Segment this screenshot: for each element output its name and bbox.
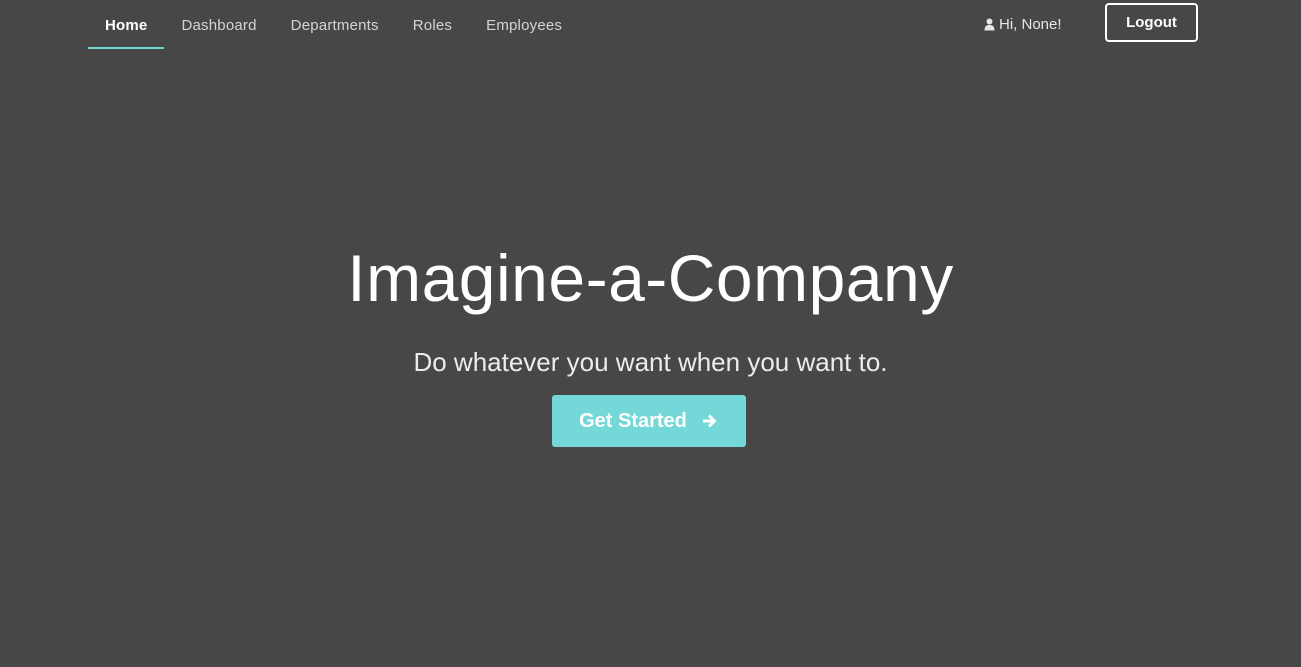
hero-title: Imagine-a-Company: [347, 241, 954, 315]
nav-tab-roles[interactable]: Roles: [396, 0, 469, 49]
left-edge-divider: [0, 0, 2, 667]
logout-button[interactable]: Logout: [1105, 3, 1198, 42]
nav-tab-dashboard[interactable]: Dashboard: [164, 0, 273, 49]
nav-tabs: Home Dashboard Departments Roles Employe…: [88, 0, 579, 49]
user-icon: [984, 18, 995, 31]
get-started-button[interactable]: Get Started: [552, 395, 746, 447]
nav-tab-home[interactable]: Home: [88, 0, 165, 49]
nav-tab-departments[interactable]: Departments: [274, 0, 396, 49]
top-navbar: Home Dashboard Departments Roles Employe…: [0, 0, 1301, 54]
greeting-text: Hi, None!: [999, 16, 1062, 33]
hero-subtitle: Do whatever you want when you want to.: [413, 347, 888, 377]
user-greeting: Hi, None!: [984, 16, 1062, 33]
nav-tab-employees[interactable]: Employees: [469, 0, 579, 49]
get-started-label: Get Started: [579, 409, 687, 432]
arrow-right-icon: [701, 412, 719, 430]
